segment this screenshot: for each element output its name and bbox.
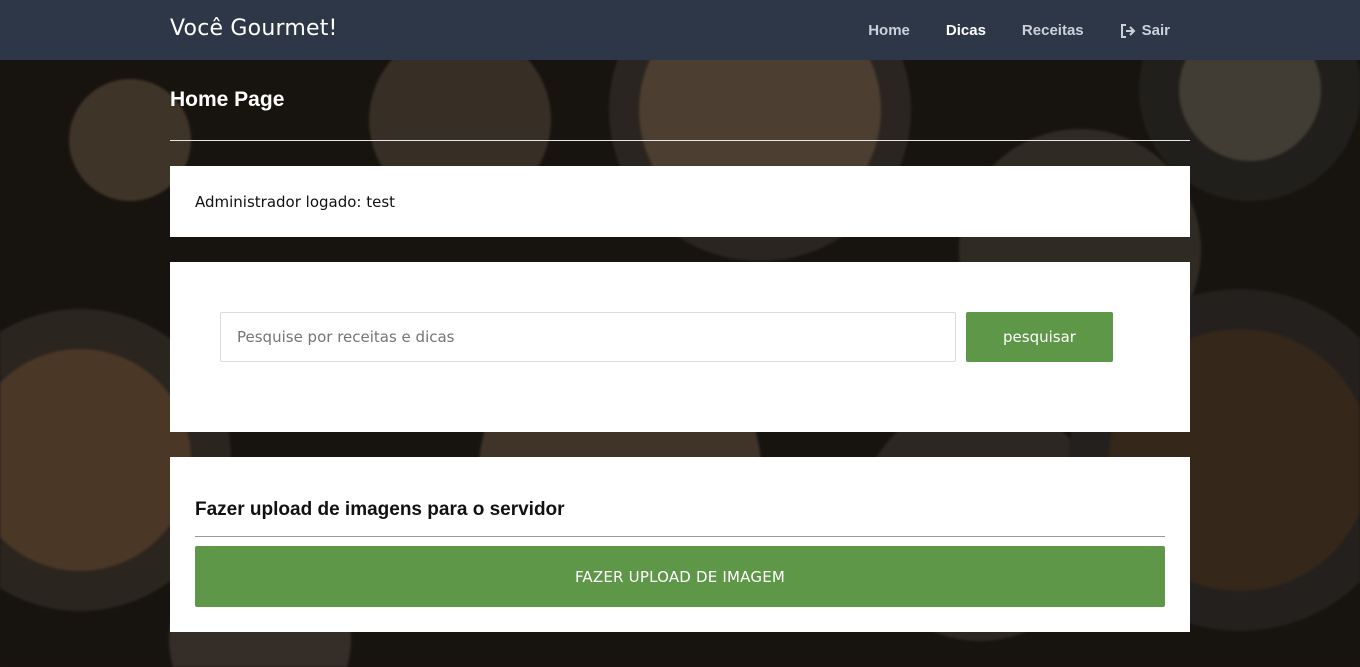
admin-logged-text: Administrador logado: test [195, 193, 396, 211]
page-title: Home Page [170, 88, 285, 111]
upload-divider [195, 536, 1165, 537]
nav-item-dicas[interactable]: Dicas [946, 22, 986, 39]
top-navbar: Você Gourmet! Home Dicas Receitas Sair [0, 0, 1360, 60]
nav-links: Home Dicas Receitas Sair [832, 22, 1170, 39]
logout-label: Sair [1141, 22, 1170, 39]
nav-item-label: Home [868, 22, 910, 39]
nav-item-receitas[interactable]: Receitas [1022, 22, 1084, 39]
sign-out-icon [1120, 23, 1136, 38]
upload-section-title: Fazer upload de imagens para o servidor [195, 499, 565, 520]
upload-image-button[interactable]: FAZER UPLOAD DE IMAGEM [195, 546, 1165, 607]
search-card: pesquisar [170, 262, 1190, 432]
title-divider [170, 140, 1190, 141]
logout-button[interactable]: Sair [1120, 22, 1170, 39]
nav-item-home[interactable]: Home [868, 22, 910, 39]
nav-item-label: Dicas [945, 22, 986, 39]
search-button[interactable]: pesquisar [966, 312, 1113, 362]
upload-card: Fazer upload de imagens para o servidor … [170, 457, 1190, 632]
nav-item-label: Receitas [1021, 22, 1084, 39]
brand-logo[interactable]: Você Gourmet! [170, 16, 338, 41]
search-input[interactable] [220, 312, 956, 362]
admin-status-card: Administrador logado: test [170, 166, 1190, 237]
